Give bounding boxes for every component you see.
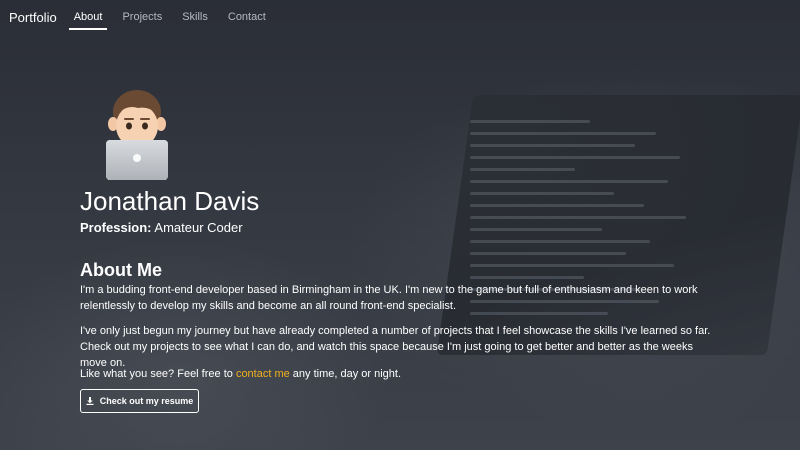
nav-link-about[interactable]: About <box>68 0 108 34</box>
about-heading: About Me <box>80 260 162 280</box>
profession-line: Profession: Amateur Coder <box>80 220 243 235</box>
profession-label: Profession: <box>80 220 152 235</box>
nav-link-skills[interactable]: Skills <box>177 0 213 34</box>
man-technologist-icon <box>98 86 176 180</box>
resume-button-label: Check out my resume <box>99 396 194 406</box>
contact-me-link[interactable]: contact me <box>236 368 290 380</box>
profession-value: Amateur Coder <box>154 220 243 235</box>
download-icon <box>86 397 94 405</box>
top-navbar: Portfolio About Projects Skills Contact <box>0 0 800 34</box>
profile-name: Jonathan Davis <box>80 186 260 216</box>
nav-link-projects[interactable]: Projects <box>117 0 167 34</box>
paragraph-3-text-after: any time, day or night. <box>289 368 402 380</box>
navbar-brand[interactable]: Portfolio <box>9 10 57 25</box>
resume-button[interactable]: Check out my resume <box>80 389 199 413</box>
about-paragraph-1: I'm a budding front-end developer based … <box>80 284 698 312</box>
nav-link-contact[interactable]: Contact <box>223 0 271 34</box>
about-paragraph-2: I've only just begun my journey but have… <box>80 325 711 369</box>
about-paragraph-3: Like what you see? Feel free to contact … <box>80 366 720 382</box>
paragraph-3-text-before: Like what you see? Feel free to <box>80 368 236 380</box>
